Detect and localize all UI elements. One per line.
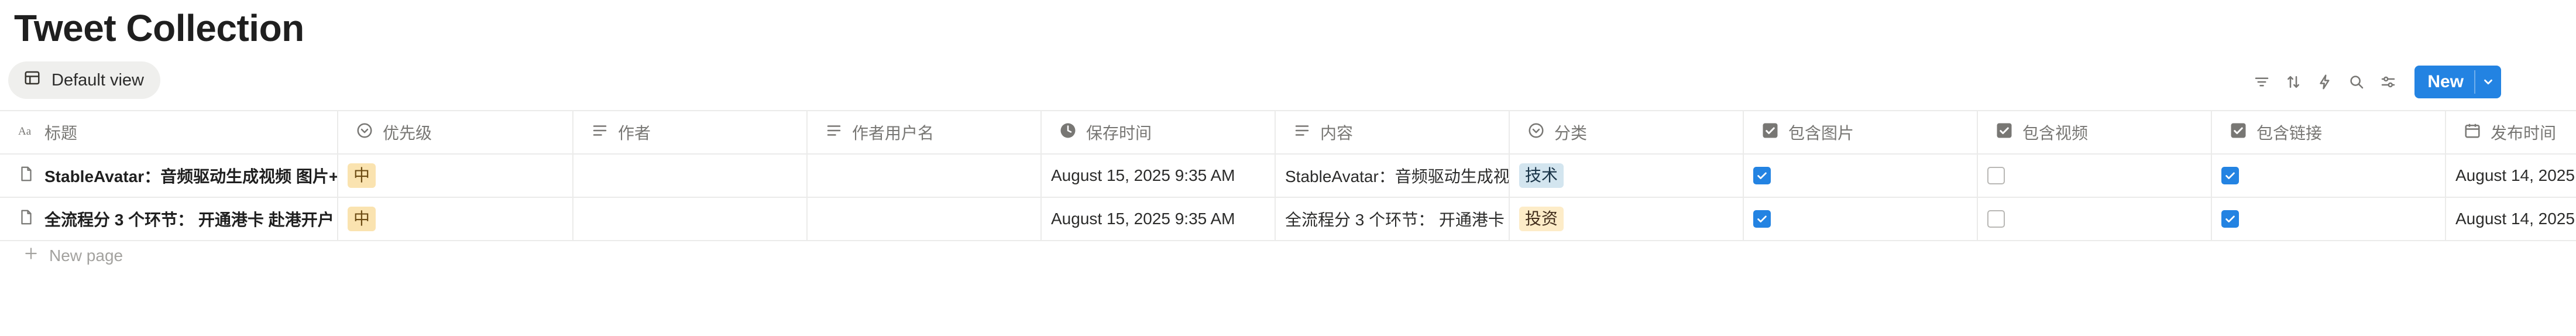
row-title-cell[interactable]: 全流程分 3 个环节： 开通港卡 赴港开户: [0, 198, 338, 240]
row-published-time-cell[interactable]: August 14, 2025: [2446, 155, 2576, 197]
row-published-time-cell[interactable]: August 14, 2025: [2446, 198, 2576, 240]
has-video-checkbox[interactable]: [1987, 167, 2005, 184]
column-header-saved-time[interactable]: 保存时间: [1042, 111, 1276, 153]
select-icon: [356, 122, 373, 143]
column-header-label: 标题: [44, 124, 78, 142]
column-header-title[interactable]: Aa 标题: [0, 111, 338, 153]
row-title[interactable]: StableAvatar：音频驱动生成视频 图片+: [44, 164, 337, 187]
has-video-checkbox[interactable]: [1987, 210, 2005, 228]
page-icon: [18, 208, 35, 230]
published-time-value: August 14, 2025: [2455, 210, 2575, 228]
database-table: Aa 标题 优先级 作者 作者用户名 保存时间 内容 分类 包含图片 包含视频 …: [0, 110, 2576, 241]
row-title-cell[interactable]: StableAvatar：音频驱动生成视频 图片+: [0, 155, 338, 197]
column-header-has-image[interactable]: 包含图片: [1744, 111, 1978, 153]
content-value: StableAvatar：音频驱动生成视: [1285, 167, 1510, 186]
column-header-label: 包含链接: [2256, 124, 2323, 142]
checkbox-icon: [2230, 122, 2247, 143]
row-author-cell[interactable]: [573, 155, 808, 197]
column-header-category[interactable]: 分类: [1510, 111, 1744, 153]
priority-tag: 中: [348, 207, 376, 231]
automation-icon[interactable]: [2314, 71, 2336, 93]
row-content-cell[interactable]: 全流程分 3 个环节： 开通港卡: [1276, 198, 1510, 240]
saved-time-value: August 15, 2025 9:35 AM: [1051, 210, 1235, 228]
new-page-label: New page: [49, 246, 123, 265]
row-content-cell[interactable]: StableAvatar：音频驱动生成视: [1276, 155, 1510, 197]
column-header-label: 作者: [618, 124, 651, 142]
text-lines-icon: [825, 122, 843, 143]
column-header-username[interactable]: 作者用户名: [808, 111, 1042, 153]
text-lines-icon: [1293, 122, 1311, 143]
published-time-value: August 14, 2025: [2455, 166, 2575, 184]
table-row[interactable]: StableAvatar：音频驱动生成视频 图片+ 中 August 15, 2…: [0, 155, 2576, 198]
column-header-has-video[interactable]: 包含视频: [1978, 111, 2212, 153]
chevron-down-icon[interactable]: [2475, 66, 2501, 98]
sort-icon[interactable]: [2282, 71, 2304, 93]
has-image-checkbox[interactable]: [1753, 210, 1771, 228]
clock-icon: [1059, 122, 1077, 143]
column-header-published-time[interactable]: 发布时间: [2446, 111, 2576, 153]
column-header-label: 作者用户名: [852, 124, 935, 142]
column-header-label: 保存时间: [1086, 124, 1152, 142]
category-tag: 技术: [1519, 163, 1564, 188]
priority-tag: 中: [348, 163, 376, 188]
row-author-cell[interactable]: [573, 198, 808, 240]
column-header-label: 包含图片: [1788, 124, 1854, 142]
new-button-label[interactable]: New: [2414, 66, 2474, 98]
row-category-cell[interactable]: 技术: [1510, 155, 1744, 197]
row-category-cell[interactable]: 投资: [1510, 198, 1744, 240]
column-header-label: 优先级: [383, 124, 432, 142]
default-view-tab[interactable]: Default view: [8, 61, 160, 99]
row-has-video-cell: [1978, 198, 2212, 240]
row-title[interactable]: 全流程分 3 个环节： 开通港卡 赴港开户: [44, 207, 334, 231]
settings-icon[interactable]: [2377, 71, 2399, 93]
column-header-has-link[interactable]: 包含链接: [2212, 111, 2446, 153]
category-tag: 投资: [1519, 207, 1564, 231]
table-icon: [23, 69, 41, 91]
column-header-priority[interactable]: 优先级: [338, 111, 573, 153]
page-icon: [18, 165, 35, 187]
page-title: Tweet Collection: [14, 7, 304, 49]
saved-time-value: August 15, 2025 9:35 AM: [1051, 166, 1235, 184]
view-label: Default view: [51, 70, 144, 90]
table-header-row: Aa 标题 优先级 作者 作者用户名 保存时间 内容 分类 包含图片 包含视频 …: [0, 110, 2576, 155]
row-saved-time-cell[interactable]: August 15, 2025 9:35 AM: [1042, 198, 1276, 240]
text-lines-icon: [591, 122, 609, 143]
row-has-link-cell: [2212, 155, 2446, 197]
column-header-author[interactable]: 作者: [573, 111, 808, 153]
new-page-button[interactable]: New page: [23, 246, 123, 265]
row-has-video-cell: [1978, 155, 2212, 197]
row-has-image-cell: [1744, 198, 1978, 240]
table-row[interactable]: 全流程分 3 个环节： 开通港卡 赴港开户 中 August 15, 2025 …: [0, 198, 2576, 241]
row-username-cell[interactable]: [808, 198, 1042, 240]
content-value: 全流程分 3 个环节： 开通港卡: [1285, 211, 1505, 229]
text-type-icon: Aa: [18, 122, 35, 143]
column-header-content[interactable]: 内容: [1276, 111, 1510, 153]
new-button[interactable]: New: [2414, 66, 2501, 98]
search-icon[interactable]: [2345, 71, 2368, 93]
column-header-label: 发布时间: [2491, 124, 2557, 142]
has-image-checkbox[interactable]: [1753, 167, 1771, 184]
row-priority-cell[interactable]: 中: [338, 155, 573, 197]
row-saved-time-cell[interactable]: August 15, 2025 9:35 AM: [1042, 155, 1276, 197]
row-username-cell[interactable]: [808, 155, 1042, 197]
row-has-link-cell: [2212, 198, 2446, 240]
toolbar: New: [2241, 66, 2576, 98]
database-page: Tweet Collection Default view New Aa 标题 …: [0, 0, 2576, 336]
column-header-label: 包含视频: [2022, 124, 2089, 142]
svg-text:Aa: Aa: [18, 125, 32, 138]
has-link-checkbox[interactable]: [2221, 167, 2239, 184]
row-priority-cell[interactable]: 中: [338, 198, 573, 240]
column-header-label: 内容: [1320, 124, 1354, 142]
row-has-image-cell: [1744, 155, 1978, 197]
has-link-checkbox[interactable]: [2221, 210, 2239, 228]
column-header-label: 分类: [1554, 124, 1588, 142]
select-icon: [1527, 122, 1545, 143]
checkbox-icon: [1995, 122, 2013, 143]
plus-icon: [23, 246, 39, 265]
calendar-icon: [2464, 122, 2481, 143]
filter-icon[interactable]: [2251, 71, 2273, 93]
checkbox-icon: [1761, 122, 1779, 143]
